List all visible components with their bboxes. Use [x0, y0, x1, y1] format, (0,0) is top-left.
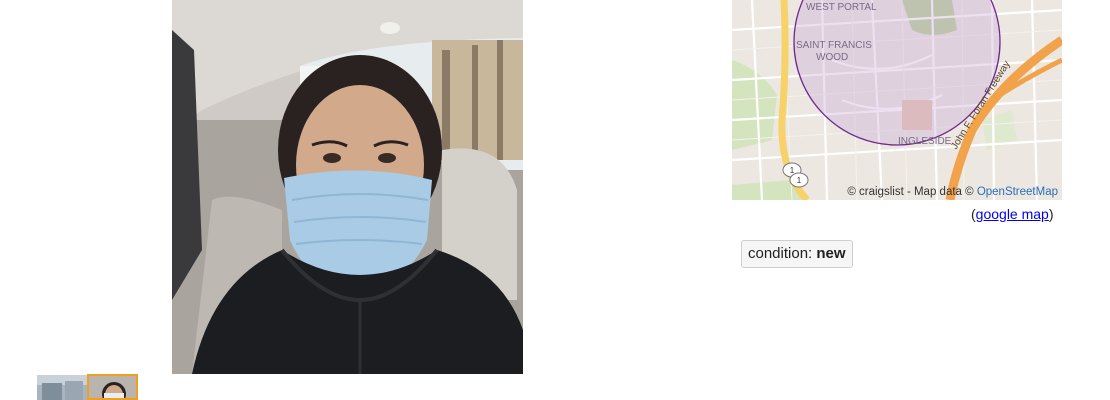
location-map[interactable]: 1 1 WEST PORTAL SAINT FRANCIS WOOD INGLE…	[732, 0, 1062, 200]
main-listing-photo[interactable]	[172, 0, 523, 374]
google-map-link[interactable]: google map	[976, 206, 1049, 222]
thumbnail-2-selected[interactable]	[87, 374, 138, 400]
map-label-saint-francis: SAINT FRANCIS	[796, 40, 872, 51]
map-tiles: 1 1 WEST PORTAL SAINT FRANCIS WOOD INGLE…	[732, 0, 1062, 200]
thumbnail-2-image	[89, 376, 136, 398]
thumbnail-strip	[37, 374, 147, 400]
google-map-link-line: (google map)	[971, 206, 1054, 222]
map-label-wood: WOOD	[816, 52, 848, 63]
condition-attribute: condition: new	[741, 240, 853, 268]
map-attribution: © craigslist - Map data © OpenStreetMap	[847, 186, 1058, 198]
selfie-photo-illustration	[172, 0, 523, 374]
map-label-west-portal: WEST PORTAL	[806, 2, 877, 13]
map-label-ingleside: INGLESIDE	[898, 136, 952, 147]
thumbnail-1-image	[37, 375, 87, 400]
route-shield-label-2: 1	[797, 176, 802, 185]
google-map-close-paren: )	[1048, 206, 1054, 222]
thumbnail-1[interactable]	[37, 375, 87, 400]
condition-value: new	[816, 245, 846, 262]
openstreetmap-link[interactable]: OpenStreetMap	[977, 186, 1058, 198]
map-attribution-text: © craigslist - Map data ©	[847, 186, 974, 198]
condition-label: condition:	[748, 245, 813, 262]
route-shield-label-1: 1	[790, 166, 795, 175]
